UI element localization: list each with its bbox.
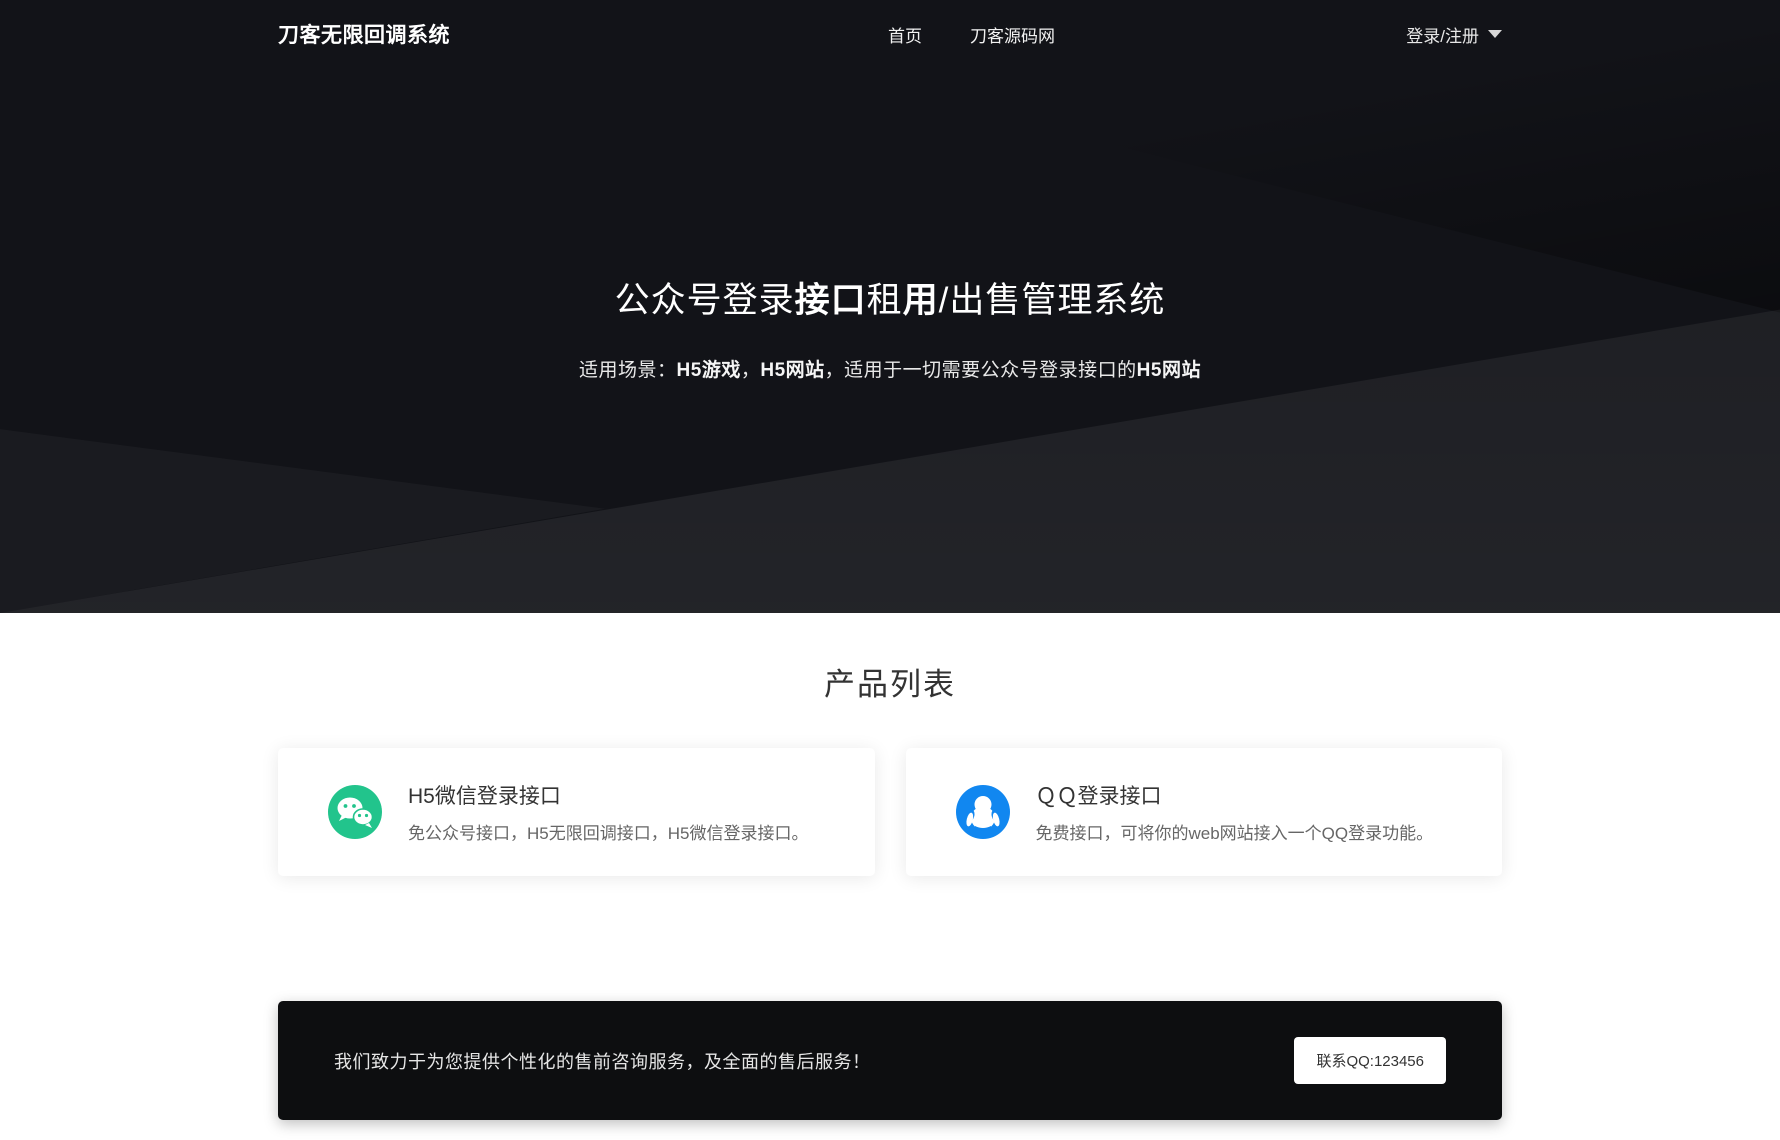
banner-text: 我们致力于为您提供个性化的售前咨询服务，及全面的售后服务！: [334, 1048, 871, 1074]
nav-link-daoke-source[interactable]: 刀客源码网: [970, 22, 1055, 47]
nav-links: 首页 刀客源码网: [888, 22, 1055, 47]
login-register-label: 登录/注册: [1406, 22, 1479, 47]
product-cards-row: H5微信登录接口 免公众号接口，H5无限回调接口，H5微信登录接口。 ＱＱ登录接…: [278, 748, 1502, 876]
card-text: H5微信登录接口 免公众号接口，H5无限回调接口，H5微信登录接口。: [408, 780, 808, 844]
hero-subtitle: 适用场景：H5游戏，H5网站，适用于一切需要公众号登录接口的H5网站: [0, 355, 1780, 382]
card-text: ＱＱ登录接口 免费接口，可将你的web网站接入一个QQ登录功能。: [1036, 780, 1434, 844]
product-card-description: 免公众号接口，H5无限回调接口，H5微信登录接口。: [408, 819, 808, 844]
wechat-icon: [328, 785, 382, 839]
nav-link-home[interactable]: 首页: [888, 22, 922, 47]
product-card-qq[interactable]: ＱＱ登录接口 免费接口，可将你的web网站接入一个QQ登录功能。: [906, 748, 1503, 876]
contact-banner: 我们致力于为您提供个性化的售前咨询服务，及全面的售后服务！ 联系QQ:12345…: [278, 1001, 1502, 1120]
chevron-down-icon: [1488, 30, 1502, 38]
qq-icon: [956, 785, 1010, 839]
product-card-title: H5微信登录接口: [408, 780, 808, 810]
hero-content: 公众号登录接口租用/出售管理系统 适用场景：H5游戏，H5网站，适用于一切需要公…: [0, 68, 1780, 382]
product-card-wechat[interactable]: H5微信登录接口 免公众号接口，H5无限回调接口，H5微信登录接口。: [278, 748, 875, 876]
hero-section: 刀客无限回调系统 首页 刀客源码网 登录/注册 公众号登录接口租用/出售管理系统…: [0, 0, 1780, 613]
navbar: 刀客无限回调系统 首页 刀客源码网 登录/注册: [0, 0, 1780, 68]
product-card-title: ＱＱ登录接口: [1036, 780, 1434, 810]
products-heading: 产品列表: [0, 659, 1780, 704]
contact-qq-button[interactable]: 联系QQ:123456: [1294, 1037, 1446, 1084]
brand-title[interactable]: 刀客无限回调系统: [278, 19, 450, 49]
products-section: 产品列表 H5微信登录接口 免公众号接口，H5无限回调接口，H5微信登录接: [0, 613, 1780, 876]
product-card-description: 免费接口，可将你的web网站接入一个QQ登录功能。: [1036, 819, 1434, 844]
hero-title: 公众号登录接口租用/出售管理系统: [0, 272, 1780, 323]
login-register-menu[interactable]: 登录/注册: [1406, 22, 1502, 47]
